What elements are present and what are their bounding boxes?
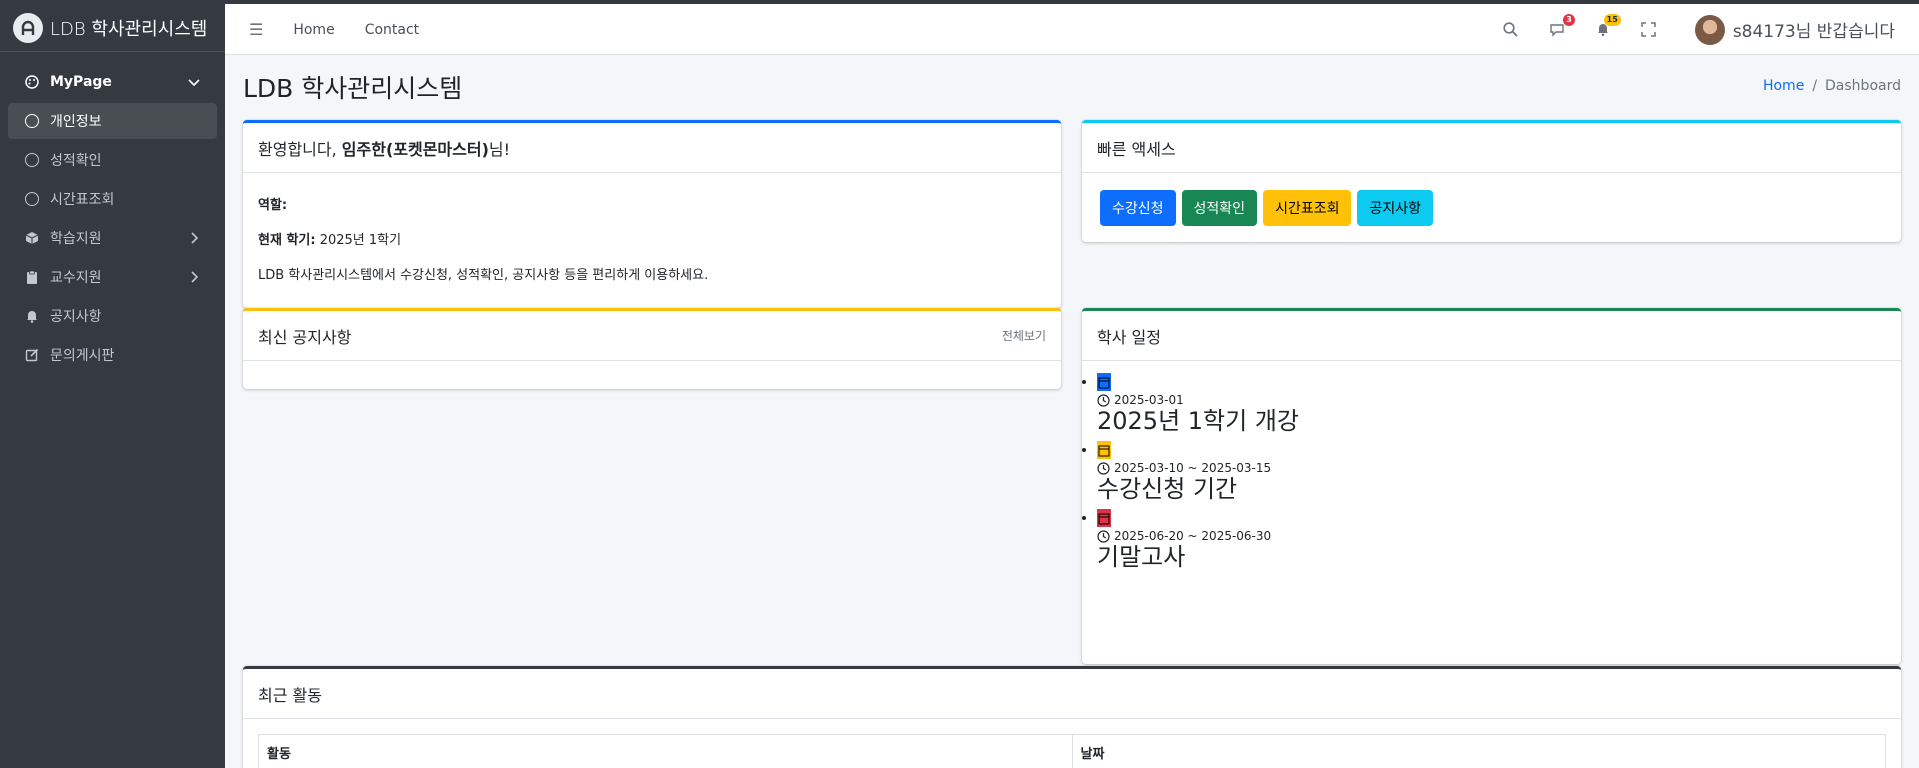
recent-activity-card: 최근 활동 활동 날짜 xyxy=(243,666,1901,768)
welcome-card-header: 환영합니다, 임주한(포켓몬마스터)님! xyxy=(243,123,1061,173)
table-header-row: 활동 날짜 xyxy=(258,734,1886,768)
grades-button[interactable]: 성적확인 xyxy=(1181,190,1258,226)
quick-access-title: 빠른 액세스 xyxy=(1097,139,1176,159)
activity-header: 최근 활동 xyxy=(243,669,1901,719)
clock-icon xyxy=(1097,393,1110,407)
event-date: 2025-06-20 ~ 2025-06-30 xyxy=(1114,529,1272,543)
avatar xyxy=(1694,14,1725,45)
user-name: 임주한(포켓몬마스터) xyxy=(341,139,489,159)
sidebar-item-label: 문의게시판 xyxy=(50,348,115,364)
quick-access-card: 빠른 액세스 수강신청 성적확인 시간표조회 공지사항 xyxy=(1082,120,1901,242)
clock-icon xyxy=(1097,529,1110,543)
clock-icon xyxy=(1097,461,1110,475)
chevron-right-icon xyxy=(191,271,199,283)
event-title: 기말고사 xyxy=(1097,543,1186,571)
column-header-activity: 활동 xyxy=(258,734,1073,768)
messages-icon[interactable]: 3 xyxy=(1547,13,1575,40)
view-all-link[interactable]: 전체보기 xyxy=(1002,327,1046,344)
calendar-icon xyxy=(1097,509,1111,527)
sidebar-item-timetable[interactable]: 시간표조회 xyxy=(8,181,217,217)
sidebar-item-professor-support[interactable]: 교수지원 xyxy=(8,259,217,295)
sidebar-item-label: 교수지원 xyxy=(50,270,102,286)
sidebar-item-label: 성적확인 xyxy=(50,153,102,169)
breadcrumb-current: Dashboard xyxy=(1825,78,1901,94)
nav-link-contact[interactable]: Contact xyxy=(365,22,419,38)
chevron-down-icon xyxy=(188,79,200,87)
schedule-title: 학사 일정 xyxy=(1097,327,1161,347)
notifications-badge: 15 xyxy=(1603,13,1621,26)
sidebar-item-label: 시간표조회 xyxy=(50,192,115,208)
sidebar-item-label: MyPage xyxy=(50,74,112,90)
brand[interactable]: LDB 학사관리시스템 xyxy=(0,4,225,52)
event-date: 2025-03-10 ~ 2025-03-15 xyxy=(1114,461,1272,475)
notices-button[interactable]: 공지사항 xyxy=(1357,190,1433,226)
sidebar-item-label: 학습지원 xyxy=(50,231,102,247)
clipboard-icon xyxy=(24,269,40,285)
event-title: 수강신청 기간 xyxy=(1097,475,1238,503)
brand-name: LDB 학사관리시스템 xyxy=(50,18,208,40)
sidebar-item-learning-support[interactable]: 학습지원 xyxy=(8,220,217,256)
welcome-message: 환영합니다, 임주한(포켓몬마스터)님! xyxy=(258,139,511,159)
palette-icon xyxy=(24,74,40,90)
fullscreen-icon[interactable] xyxy=(1639,20,1659,40)
sidebar: LDB 학사관리시스템 MyPage 개인정보 성적확인 시간표조회 학습지원 xyxy=(0,4,225,768)
calendar-icon xyxy=(1097,441,1111,459)
schedule-event: 2025-03-10 ~ 2025-03-15 수강신청 기간 xyxy=(1097,441,1901,503)
course-registration-button[interactable]: 수강신청 xyxy=(1100,190,1176,226)
user-menu[interactable]: s84173님 반갑습니다 xyxy=(1694,14,1895,45)
user-greeting: s84173님 반갑습니다 xyxy=(1732,22,1895,42)
chevron-right-icon xyxy=(191,232,199,244)
sidebar-item-personal-info[interactable]: 개인정보 xyxy=(8,103,217,139)
edit-icon xyxy=(24,347,40,363)
academic-schedule-card: 학사 일정 2025-03-01 2025년 1학기 개강 2025-03-10… xyxy=(1082,308,1901,664)
activity-table: 활동 날짜 xyxy=(258,734,1886,768)
notices-header: 최신 공지사항 전체보기 xyxy=(243,311,1061,361)
breadcrumb-separator: / xyxy=(1812,78,1818,94)
event-title: 2025년 1학기 개강 xyxy=(1097,407,1300,435)
latest-notices-card: 최신 공지사항 전체보기 xyxy=(243,308,1061,389)
brand-logo-icon xyxy=(13,12,43,43)
bell-icon xyxy=(24,308,40,324)
quick-access-header: 빠른 액세스 xyxy=(1082,123,1901,173)
sidebar-item-grades[interactable]: 성적확인 xyxy=(8,142,217,178)
circle-icon xyxy=(24,191,40,207)
event-date: 2025-03-01 xyxy=(1114,393,1184,407)
semester-line: 현재 학기: 2025년 1학기 xyxy=(258,233,402,248)
notices-title: 최신 공지사항 xyxy=(258,327,352,347)
sidebar-nav: MyPage 개인정보 성적확인 시간표조회 학습지원 교수지원 공지사항 문의… xyxy=(0,52,225,388)
circle-icon xyxy=(24,152,40,168)
schedule-event: 2025-03-01 2025년 1학기 개강 xyxy=(1097,373,1901,435)
welcome-description: LDB 학사관리시스템에서 수강신청, 성적확인, 공지사항 등을 편리하게 이… xyxy=(258,268,709,283)
semester-value: 2025년 1학기 xyxy=(319,233,402,248)
nav-link-home[interactable]: Home xyxy=(293,22,334,38)
welcome-card: 환영합니다, 임주한(포켓몬마스터)님! 역할: 현재 학기: 2025년 1학… xyxy=(243,120,1061,308)
activity-title: 최근 활동 xyxy=(258,685,322,705)
role-line: 역할: xyxy=(258,198,288,213)
menu-toggle-icon[interactable]: ☰ xyxy=(249,20,263,39)
breadcrumb-home[interactable]: Home xyxy=(1763,78,1804,94)
circle-icon xyxy=(24,113,40,129)
sidebar-item-mypage[interactable]: MyPage xyxy=(8,64,217,100)
top-navbar: ☰ Home Contact 3 15 s84173님 반갑습니다 xyxy=(225,4,1919,55)
sidebar-item-inquiry-board[interactable]: 문의게시판 xyxy=(8,337,217,373)
sidebar-item-notices[interactable]: 공지사항 xyxy=(8,298,217,334)
schedule-event: 2025-06-20 ~ 2025-06-30 기말고사 xyxy=(1097,509,1901,571)
breadcrumb: Home / Dashboard xyxy=(1763,78,1901,94)
messages-badge: 3 xyxy=(1563,13,1575,26)
sidebar-item-label: 공지사항 xyxy=(50,309,102,325)
main-content: LDB 학사관리시스템 Home / Dashboard 환영합니다, 임주한(포켓… xyxy=(225,55,1919,768)
schedule-timeline: 2025-03-01 2025년 1학기 개강 2025-03-10 ~ 202… xyxy=(1082,361,1901,571)
search-icon[interactable] xyxy=(1501,20,1521,40)
box-icon xyxy=(24,230,40,246)
notifications-icon[interactable]: 15 xyxy=(1593,13,1621,40)
page-title: LDB 학사관리시스템 xyxy=(243,74,463,103)
schedule-header: 학사 일정 xyxy=(1082,311,1901,361)
sidebar-item-label: 개인정보 xyxy=(50,114,102,130)
column-header-date: 날짜 xyxy=(1071,734,1886,768)
calendar-icon xyxy=(1097,373,1111,391)
timetable-button[interactable]: 시간표조회 xyxy=(1263,190,1352,226)
